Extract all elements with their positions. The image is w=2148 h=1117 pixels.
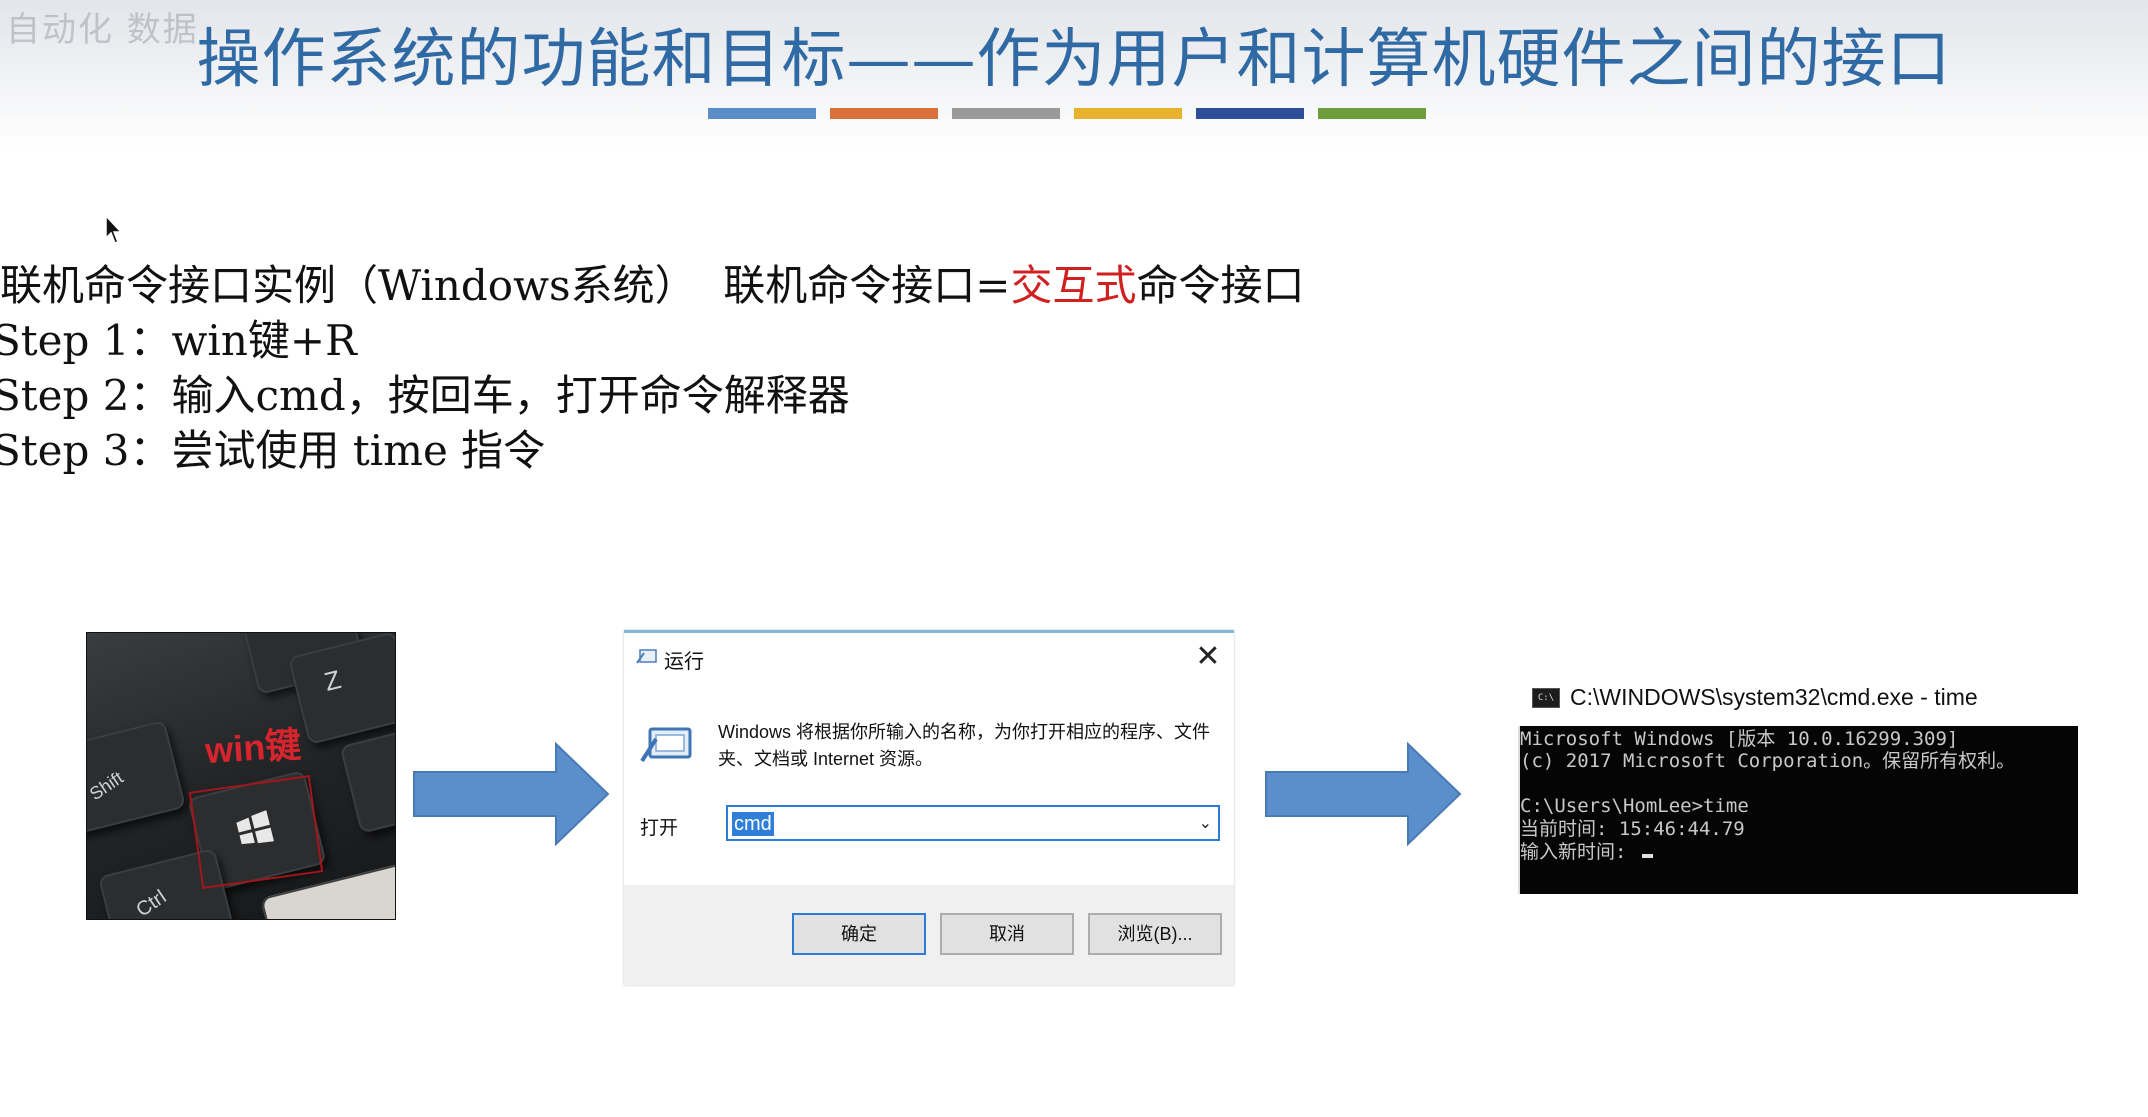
- run-open-input[interactable]: cmd ⌄: [726, 805, 1220, 841]
- console-line: C:\Users\HomLee>time: [1520, 795, 1749, 817]
- win-key-highlight: [188, 774, 324, 890]
- console-line: Microsoft Windows [版本 10.0.16299.309]: [1520, 728, 1959, 750]
- console-prompt-line: 输入新时间:: [1520, 841, 1653, 863]
- browse-button[interactable]: 浏览(B)...: [1088, 913, 1222, 955]
- right-arrow-icon: [413, 742, 610, 846]
- key-shift: Shift: [87, 719, 187, 837]
- intro-line: 联机命令接口实例（Windows系统） 联机命令接口=交互式命令接口: [0, 252, 1305, 313]
- accent-bar: [1074, 108, 1182, 119]
- run-app-icon: [640, 727, 692, 763]
- step-1: Step 1：win键+R: [0, 316, 357, 365]
- run-icon: [636, 649, 657, 664]
- keyboard-photo: Z Shift Ctrl win键: [86, 632, 396, 920]
- cmd-console[interactable]: Microsoft Windows [版本 10.0.16299.309] (c…: [1518, 726, 2078, 894]
- mouse-cursor-icon: [105, 214, 123, 244]
- cmd-icon: C:\: [1532, 688, 1560, 708]
- slide-title: 操作系统的功能和目标——作为用户和计算机硬件之间的接口: [196, 23, 1952, 97]
- step-2: Step 2：输入cmd，按回车，打开命令解释器: [0, 371, 850, 420]
- keyboard-key-menu: [339, 722, 395, 834]
- win-key-label: win键: [203, 723, 303, 772]
- accent-bar: [1196, 108, 1304, 119]
- ok-button[interactable]: 确定: [792, 913, 926, 955]
- intro-highlight: 交互式: [1010, 261, 1137, 310]
- close-icon[interactable]: ✕: [1190, 639, 1226, 675]
- chevron-down-icon[interactable]: ⌄: [1199, 813, 1212, 833]
- console-line: 当前时间: 15:46:44.79: [1520, 818, 1745, 840]
- open-label: 打开: [640, 818, 679, 839]
- intro-prefix: 联机命令接口实例（Windows系统） 联机命令接口=: [0, 261, 1011, 310]
- run-input-value: cmd: [732, 812, 774, 836]
- cancel-button[interactable]: 取消: [940, 913, 1074, 955]
- accent-bar: [952, 108, 1060, 119]
- console-prompt: 输入新时间:: [1520, 841, 1638, 863]
- accent-bar: [708, 108, 816, 119]
- run-dialog[interactable]: 运行 ✕ Windows 将根据你所输入的名称，为你打开相应的程序、文件夹、文档…: [624, 630, 1234, 985]
- accent-bar: [1318, 108, 1426, 119]
- run-description: Windows 将根据你所输入的名称，为你打开相应的程序、文件夹、文档或 Int…: [718, 722, 1211, 769]
- right-arrow-icon: [1265, 742, 1462, 846]
- console-line: (c) 2017 Microsoft Corporation。保留所有权利。: [1520, 750, 2016, 772]
- step-3: Step 3：尝试使用 time 指令: [0, 426, 546, 475]
- cmd-window-title: C:\WINDOWS\system32\cmd.exe - time: [1570, 684, 1978, 710]
- cmd-titlebar[interactable]: C:\ C:\WINDOWS\system32\cmd.exe - time: [1516, 676, 2076, 722]
- intro-suffix: 命令接口: [1136, 261, 1305, 310]
- text-cursor: [1641, 854, 1653, 858]
- slide-header: 自动化 数据 操作系统的功能和目标——作为用户和计算机硬件之间的接口: [0, 0, 2148, 150]
- run-titlebar[interactable]: 运行 ✕: [624, 633, 1234, 681]
- accent-bar: [830, 108, 938, 119]
- run-dialog-title: 运行: [664, 651, 704, 673]
